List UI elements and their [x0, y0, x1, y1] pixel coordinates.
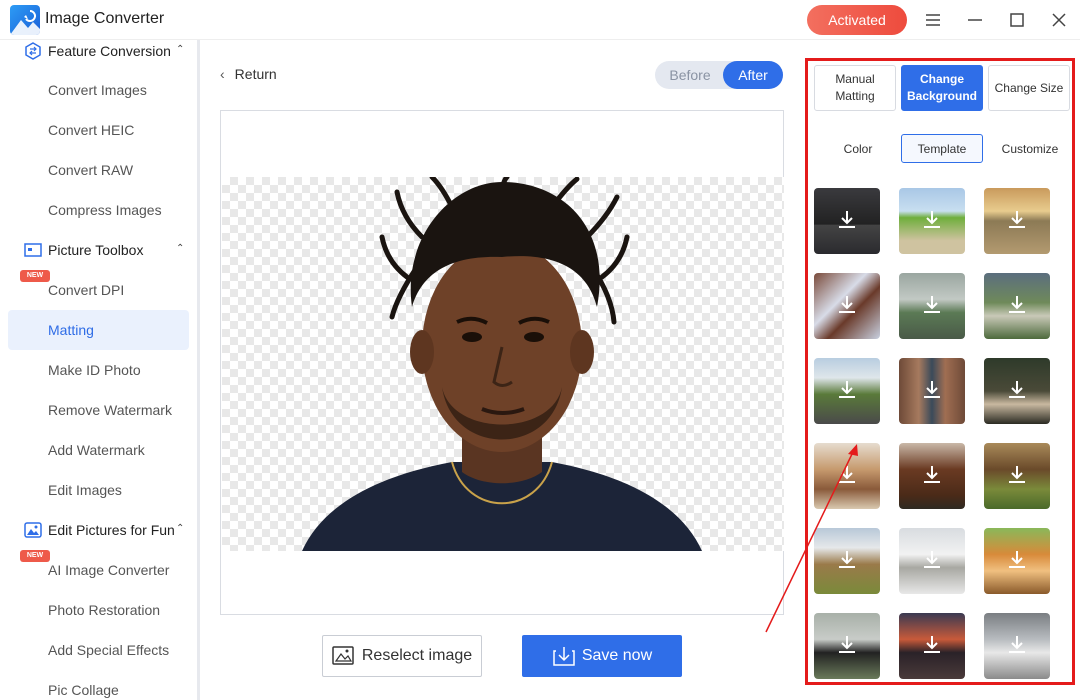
sidebar-item-matting[interactable]: Matting — [8, 310, 189, 350]
chevron-up-icon[interactable]: ⌃ — [176, 243, 184, 254]
download-icon — [1009, 636, 1025, 653]
sidebar-item-make-id-photo[interactable]: Make ID Photo — [8, 350, 189, 390]
image-icon — [332, 646, 354, 665]
save-label: Save now — [581, 647, 653, 664]
app-title: Image Converter — [45, 10, 165, 27]
download-icon — [553, 647, 575, 666]
sidebar-item-convert-images[interactable]: Convert Images — [8, 70, 189, 110]
chevron-left-icon: ‹ — [220, 66, 225, 82]
section-label: Feature Conversion — [48, 43, 171, 59]
template-thumb-horse-grazing[interactable] — [984, 443, 1050, 509]
download-icon — [924, 551, 940, 568]
sidebar-item-edit-images[interactable]: Edit Images — [8, 470, 189, 510]
template-thumb-car-sunset[interactable] — [899, 613, 965, 679]
download-icon — [839, 636, 855, 653]
download-icon — [1009, 296, 1025, 313]
chevron-up-icon[interactable]: ⌃ — [176, 523, 184, 534]
sidebar-item-pic-collage[interactable]: Pic Collage — [8, 670, 189, 700]
template-thumb-misty-road[interactable] — [899, 273, 965, 339]
minimize-icon[interactable] — [963, 8, 987, 32]
background-options-panel: Manual Matting Change Background Change … — [805, 58, 1075, 685]
download-icon — [839, 381, 855, 398]
return-button[interactable]: ‹ Return — [220, 66, 277, 82]
sidebar: Feature Conversion ⌃ Convert Images Conv… — [0, 40, 200, 700]
sidebar-item-convert-raw[interactable]: Convert RAW — [8, 150, 189, 190]
preview-canvas — [220, 110, 784, 615]
download-icon — [924, 296, 940, 313]
sidebar-item-photo-restoration[interactable]: Photo Restoration — [8, 590, 189, 630]
title-bar: Image Converter Activated — [0, 0, 1080, 40]
template-thumb-deer[interactable] — [984, 358, 1050, 424]
download-icon — [839, 211, 855, 228]
template-thumb-road-sunset[interactable] — [984, 188, 1050, 254]
sidebar-scrollbar[interactable] — [197, 40, 200, 700]
reselect-image-button[interactable]: Reselect image — [322, 635, 482, 677]
sidebar-item-compress-images[interactable]: Compress Images — [8, 190, 189, 230]
template-thumb-snow-leopard[interactable] — [899, 528, 965, 594]
transparent-background — [222, 177, 784, 551]
before-after-toggle[interactable]: Before After — [655, 61, 783, 89]
download-icon — [1009, 551, 1025, 568]
template-thumb-suv-mountain[interactable] — [984, 613, 1050, 679]
sidebar-item-convert-heic[interactable]: Convert HEIC — [8, 110, 189, 150]
template-thumb-winding-road[interactable] — [984, 273, 1050, 339]
sidebar-item-add-watermark[interactable]: Add Watermark — [8, 430, 189, 470]
download-icon — [924, 636, 940, 653]
toolbox-icon — [24, 241, 42, 259]
template-thumb-highland-cattle[interactable] — [899, 443, 965, 509]
template-thumb-forest-road[interactable] — [814, 358, 880, 424]
toggle-before[interactable]: Before — [655, 61, 725, 89]
activated-button[interactable]: Activated — [807, 5, 907, 35]
sidebar-item-ai-image-converter[interactable]: AI Image Converter — [8, 550, 189, 590]
download-icon — [839, 551, 855, 568]
section-feature-conversion[interactable]: Feature Conversion ⌃ — [24, 40, 184, 62]
template-thumb-sleeping-fox[interactable] — [984, 528, 1050, 594]
matted-person-image — [302, 177, 702, 551]
template-thumb-tree-bark[interactable] — [899, 358, 965, 424]
tab-change-background[interactable]: Change Background — [901, 65, 983, 111]
section-picture-toolbox[interactable]: Picture Toolbox ⌃ — [24, 239, 184, 261]
subtab-customize[interactable]: Customize — [985, 134, 1072, 163]
section-label: Edit Pictures for Fun — [48, 522, 175, 538]
download-icon — [924, 466, 940, 483]
subtab-template[interactable]: Template — [901, 134, 983, 163]
section-edit-pictures-for-fun[interactable]: Edit Pictures for Fun ⌃ — [24, 519, 184, 541]
download-icon — [839, 296, 855, 313]
maximize-icon[interactable] — [1005, 8, 1029, 32]
sidebar-item-add-special-effects[interactable]: Add Special Effects — [8, 630, 189, 670]
subtab-color[interactable]: Color — [813, 134, 903, 163]
download-icon — [839, 466, 855, 483]
template-thumb-road-green-field[interactable] — [899, 188, 965, 254]
close-icon[interactable] — [1047, 8, 1071, 32]
toggle-after[interactable]: After — [723, 61, 783, 89]
sidebar-item-convert-dpi[interactable]: Convert DPI — [8, 270, 189, 310]
chevron-up-icon[interactable]: ⌃ — [176, 44, 184, 55]
download-icon — [1009, 381, 1025, 398]
template-thumb-wild-goat[interactable] — [814, 528, 880, 594]
save-now-button[interactable]: Save now — [522, 635, 682, 677]
download-icon — [924, 381, 940, 398]
reselect-label: Reselect image — [361, 647, 473, 664]
section-label: Picture Toolbox — [48, 242, 144, 258]
sidebar-item-remove-watermark[interactable]: Remove Watermark — [8, 390, 189, 430]
convert-icon — [24, 42, 42, 60]
picture-fun-icon — [24, 521, 42, 539]
template-thumb-road-dark[interactable] — [814, 188, 880, 254]
menu-icon[interactable] — [921, 8, 945, 32]
tab-change-size[interactable]: Change Size — [988, 65, 1070, 111]
template-thumb-snowy-branches[interactable] — [814, 273, 880, 339]
tab-manual-matting[interactable]: Manual Matting — [814, 65, 896, 111]
download-icon — [924, 211, 940, 228]
download-icon — [1009, 211, 1025, 228]
app-logo-icon — [10, 5, 40, 35]
template-thumb-camel[interactable] — [814, 443, 880, 509]
download-icon — [1009, 466, 1025, 483]
return-label: Return — [234, 66, 277, 82]
template-thumb-buffalo[interactable] — [814, 613, 880, 679]
